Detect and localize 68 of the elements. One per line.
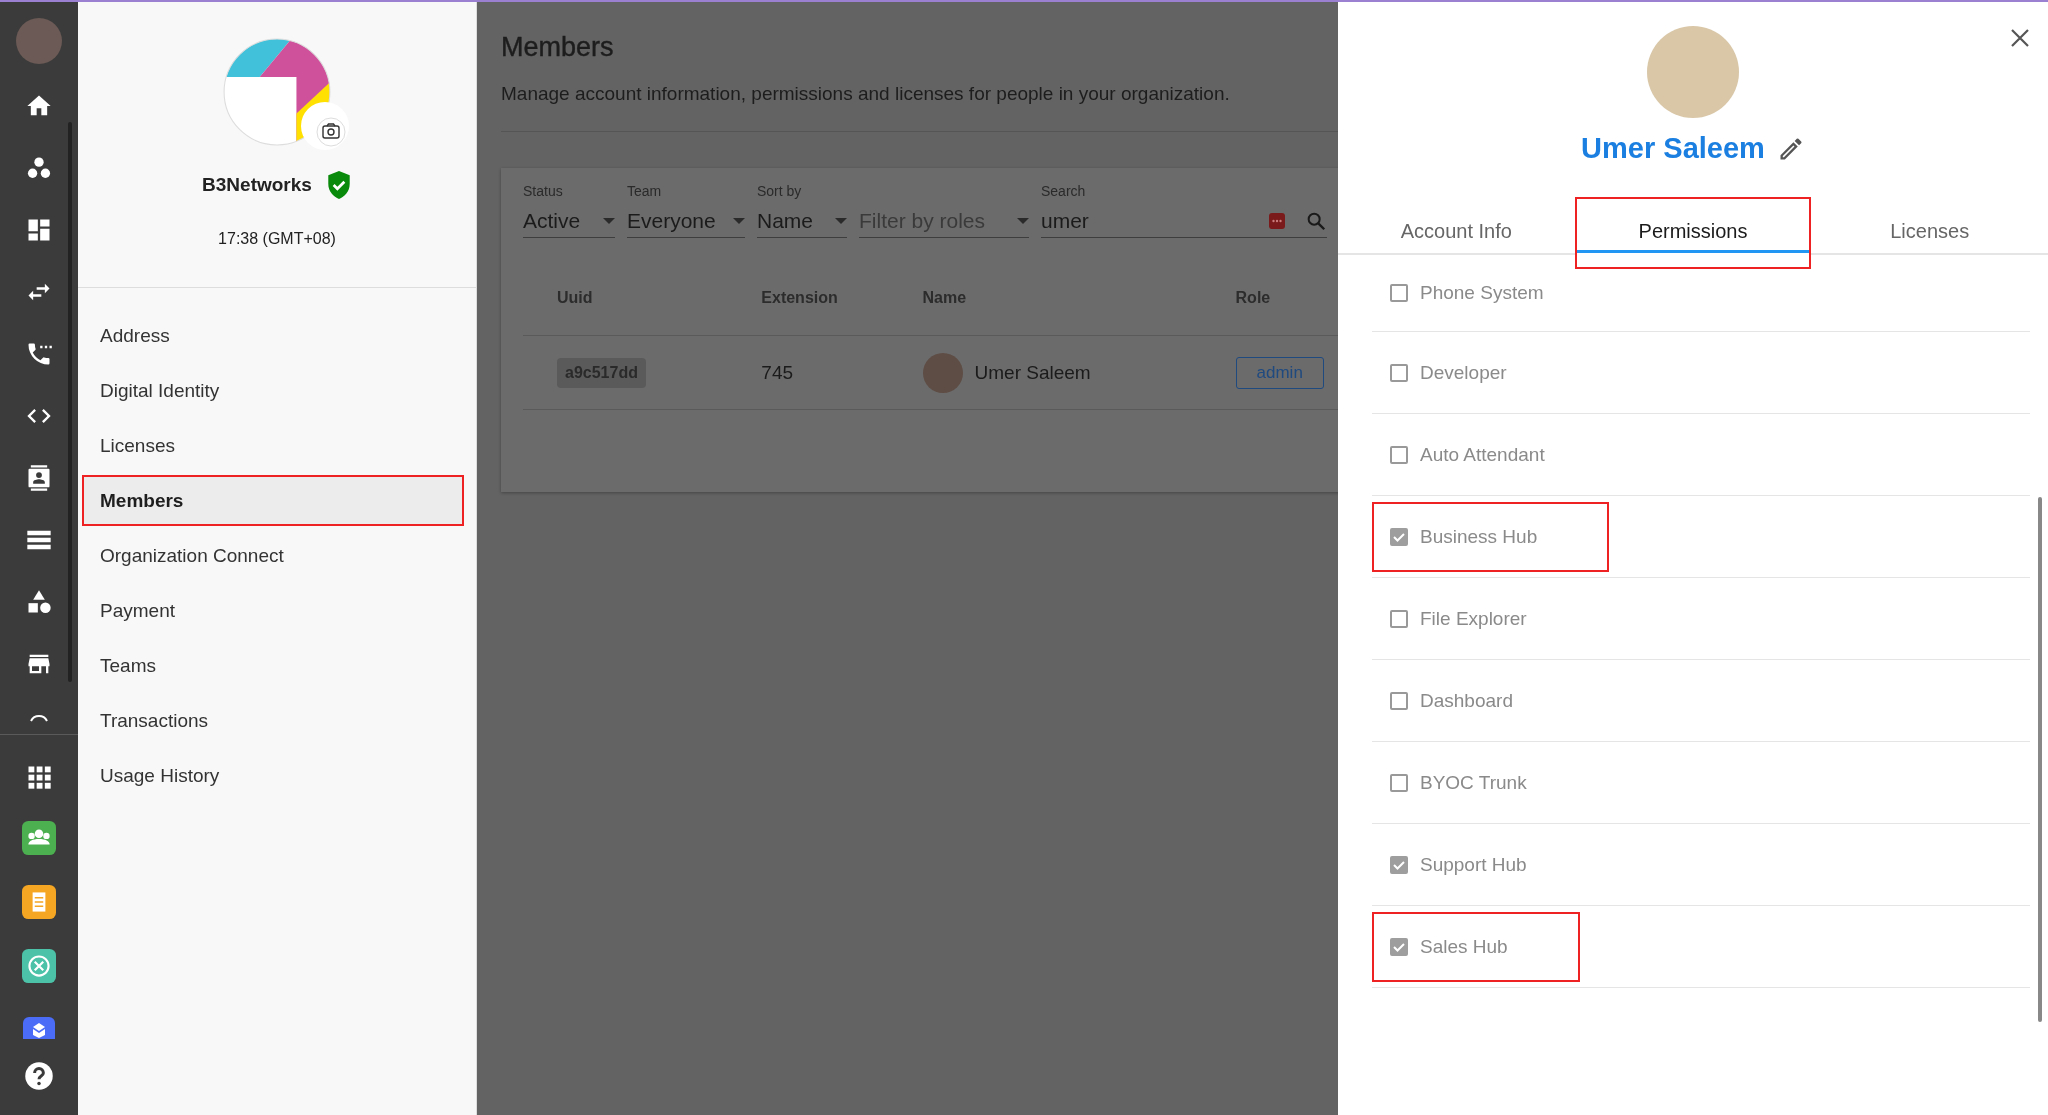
scrollbar[interactable] xyxy=(2038,497,2042,1022)
tab[interactable]: Licenses xyxy=(1811,197,2048,269)
dropdown-field[interactable]: Sort by Name xyxy=(757,172,847,238)
permission-row[interactable]: Auto Attendant xyxy=(1372,419,1617,490)
permission-row[interactable]: BYOC Trunk xyxy=(1372,747,1599,818)
nav-item[interactable]: Organization Connect xyxy=(82,530,464,581)
checkbox[interactable] xyxy=(1390,609,1408,628)
checkbox[interactable] xyxy=(1390,363,1408,382)
tab[interactable]: Permissions xyxy=(1574,197,1812,269)
dropdown-field[interactable]: Team Everyone xyxy=(627,172,745,238)
nav-item[interactable]: Address xyxy=(82,310,464,361)
caret-icon xyxy=(733,218,745,224)
permission-label: Sales Hub xyxy=(1420,935,1508,958)
nav-item[interactable]: Payment xyxy=(82,585,464,636)
permission-row[interactable]: Support Hub xyxy=(1372,829,1599,900)
nav-item[interactable]: Transactions xyxy=(82,695,464,746)
permission-row[interactable]: File Explorer xyxy=(1372,583,1599,654)
member-name: Umer Saleem xyxy=(1581,132,1765,165)
permission-label: File Explorer xyxy=(1420,607,1527,630)
permission-label: Auto Attendant xyxy=(1420,443,1545,466)
nav-item[interactable]: Usage History xyxy=(82,750,464,801)
password-manager-icon[interactable] xyxy=(1269,213,1285,229)
help-icon[interactable] xyxy=(24,1061,54,1091)
permission-label: Dashboard xyxy=(1420,689,1513,712)
permission-row[interactable]: Phone System xyxy=(1372,271,1616,315)
permission-row[interactable]: Dashboard xyxy=(1372,665,1585,736)
page-title: Members xyxy=(501,32,615,63)
table-cell: 745 xyxy=(761,361,793,384)
caret-icon xyxy=(1017,218,1029,224)
nav-item[interactable]: Teams xyxy=(82,640,464,691)
permission-label: Developer xyxy=(1420,361,1507,384)
receipt-app-icon[interactable] xyxy=(22,885,56,919)
search-icon[interactable] xyxy=(1305,210,1327,232)
camera-icon[interactable] xyxy=(301,102,349,150)
organization-name: B3Networks xyxy=(202,174,312,196)
column-header: Uuid xyxy=(557,288,593,306)
checkbox[interactable] xyxy=(1390,284,1408,302)
role-badge: admin xyxy=(1235,356,1324,389)
column-header: Name xyxy=(922,288,967,306)
permission-label: Phone System xyxy=(1420,282,1544,304)
nav-item[interactable]: Licenses xyxy=(82,420,464,471)
permission-label: BYOC Trunk xyxy=(1420,771,1527,794)
tab[interactable]: Account Info xyxy=(1338,197,1575,269)
checkbox[interactable] xyxy=(1390,937,1408,956)
search-field[interactable]: Search umer xyxy=(1041,172,1327,238)
local-time: 17:38 (GMT+08) xyxy=(218,230,336,248)
nav-item[interactable]: Digital Identity xyxy=(82,365,464,416)
avatar-placeholder xyxy=(922,352,963,393)
permission-row[interactable]: Developer xyxy=(1372,337,1579,408)
column-header: Role xyxy=(1235,288,1271,306)
table-cell: Umer Saleem xyxy=(974,361,1091,384)
checkbox[interactable] xyxy=(1390,691,1408,710)
dropdown-field[interactable]: Status Active xyxy=(523,172,615,238)
checkbox[interactable] xyxy=(1390,773,1408,792)
nav-item[interactable]: Members xyxy=(82,475,464,526)
permission-label: Support Hub xyxy=(1420,853,1527,876)
highlight-frame[interactable]: Business Hub xyxy=(1372,501,1610,572)
checkbox[interactable] xyxy=(1390,527,1408,546)
people-app-icon[interactable] xyxy=(22,821,56,855)
checkbox[interactable] xyxy=(1390,445,1408,464)
page-subtitle: Manage account information, permissions and licenses for people in your organization. xyxy=(501,83,1231,105)
highlight-frame[interactable]: Sales Hub xyxy=(1372,911,1580,982)
column-header: Extension xyxy=(761,288,838,306)
box-app-icon[interactable] xyxy=(22,1017,56,1039)
checkbox[interactable] xyxy=(1390,855,1408,874)
caret-icon xyxy=(835,218,847,224)
caret-icon xyxy=(603,218,615,224)
permission-label: Business Hub xyxy=(1420,525,1538,548)
